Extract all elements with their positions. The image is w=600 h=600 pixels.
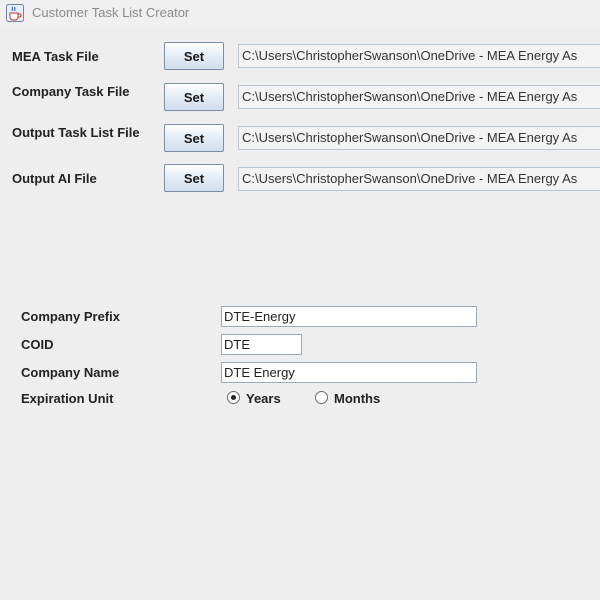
- months-radio-label[interactable]: Months: [334, 391, 380, 406]
- months-radio[interactable]: [315, 391, 328, 404]
- output-task-list-file-path[interactable]: C:\Users\ChristopherSwanson\OneDrive - M…: [238, 126, 600, 150]
- title-bar: Customer Task List Creator: [0, 0, 600, 26]
- output-task-list-file-set-button[interactable]: Set: [164, 124, 224, 152]
- years-radio-label[interactable]: Years: [246, 391, 281, 406]
- company-task-file-set-button[interactable]: Set: [164, 83, 224, 111]
- mea-task-file-set-button[interactable]: Set: [164, 42, 224, 70]
- output-ai-file-label: Output AI File: [12, 171, 97, 186]
- window-title: Customer Task List Creator: [32, 5, 190, 20]
- coid-input[interactable]: [221, 334, 302, 355]
- output-ai-file-set-button[interactable]: Set: [164, 164, 224, 192]
- years-radio[interactable]: [227, 391, 240, 404]
- company-prefix-input[interactable]: [221, 306, 477, 327]
- java-cup-icon: [6, 4, 24, 22]
- company-prefix-label: Company Prefix: [21, 309, 120, 324]
- mea-task-file-path[interactable]: C:\Users\ChristopherSwanson\OneDrive - M…: [238, 44, 600, 68]
- company-task-file-label: Company Task File: [12, 84, 130, 99]
- coid-label: COID: [21, 337, 54, 352]
- company-name-input[interactable]: [221, 362, 477, 383]
- radio-selected-dot: [231, 395, 236, 400]
- mea-task-file-label: MEA Task File: [12, 49, 99, 64]
- company-task-file-path[interactable]: C:\Users\ChristopherSwanson\OneDrive - M…: [238, 85, 600, 109]
- output-ai-file-path[interactable]: C:\Users\ChristopherSwanson\OneDrive - M…: [238, 167, 600, 191]
- output-task-list-file-label: Output Task List File: [12, 125, 140, 140]
- company-name-label: Company Name: [21, 365, 120, 380]
- expiration-unit-label: Expiration Unit: [21, 391, 114, 406]
